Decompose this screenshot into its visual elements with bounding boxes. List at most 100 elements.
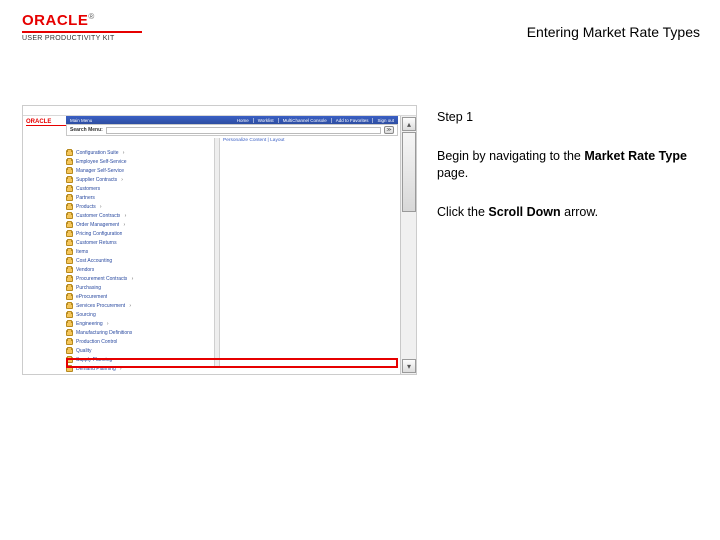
tree-item[interactable]: Quality (66, 346, 211, 355)
tree-item-label: Configuration Suite (76, 150, 119, 156)
instruction-line-2: Click the Scroll Down arrow. (437, 204, 698, 221)
brand-divider (22, 31, 142, 33)
instruction-line-1: Begin by navigating to the Market Rate T… (437, 148, 698, 182)
nav-worklist[interactable]: Worklist (258, 118, 274, 123)
tree-item[interactable]: Supply Planning (66, 355, 211, 364)
step-label: Step 1 (437, 109, 698, 126)
nav-sign-out[interactable]: Sign out (377, 118, 394, 123)
instr1-post: page. (437, 166, 468, 180)
folder-icon (66, 168, 73, 174)
chevron-right-icon: › (106, 321, 110, 327)
document-title: Entering Market Rate Types (527, 24, 700, 40)
scroll-down-button[interactable]: ▾ (402, 359, 416, 373)
tree-item[interactable]: Customer Returns (66, 238, 211, 247)
nav-main-menu[interactable]: Main Menu (70, 118, 92, 123)
tree-item[interactable]: Services Procurement› (66, 301, 211, 310)
chevron-right-icon: › (119, 366, 123, 372)
tree-item[interactable]: Procurement Contracts› (66, 274, 211, 283)
tree-item-label: Partners (76, 195, 95, 201)
tree-item[interactable]: Employee Self-Service (66, 157, 211, 166)
tree-item[interactable]: Engineering› (66, 319, 211, 328)
tree-item-label: Customer Returns (76, 240, 117, 246)
tree-item[interactable]: Demand Planning› (66, 364, 211, 373)
personalize-link[interactable]: Personalize Content | Layout (223, 138, 285, 143)
nav-add-favorites[interactable]: Add to Favorites (336, 118, 369, 123)
app-brand-rule (26, 125, 66, 126)
folder-icon (66, 294, 73, 300)
folder-icon (66, 339, 73, 345)
tree-item[interactable]: Manager Self-Service (66, 166, 211, 175)
tree-item[interactable]: Manufacturing Definitions (66, 328, 211, 337)
folder-icon (66, 303, 73, 309)
tree-item-label: Vendors (76, 267, 94, 273)
tree-item-label: eProcurement (76, 294, 107, 300)
folder-icon (66, 195, 73, 201)
tree-item[interactable]: Items (66, 247, 211, 256)
folder-icon (66, 258, 73, 264)
tree-item[interactable]: Customers (66, 184, 211, 193)
tree-item[interactable]: Partners (66, 193, 211, 202)
folder-icon (66, 213, 73, 219)
tree-item-label: Items (76, 249, 88, 255)
brand-block: ORACLE® USER PRODUCTIVITY KIT (22, 12, 142, 42)
tree-item-label: Employee Self-Service (76, 159, 127, 165)
page-header: ORACLE® USER PRODUCTIVITY KIT Entering M… (0, 0, 720, 60)
window-topbar (23, 106, 416, 116)
tree-item[interactable]: Program Management (66, 373, 211, 375)
brand-subtitle: USER PRODUCTIVITY KIT (22, 35, 142, 42)
nav-multichannel[interactable]: MultiChannel Console (283, 118, 327, 123)
tree-item[interactable]: Customer Contracts› (66, 211, 211, 220)
tree-item-label: Procurement Contracts (76, 276, 127, 282)
folder-icon (66, 177, 73, 183)
folder-icon (66, 366, 73, 372)
tree-item-label: Engineering (76, 321, 103, 327)
chevron-right-icon: › (99, 204, 103, 210)
tree-item-label: Pricing Configuration (76, 231, 122, 237)
folder-icon (66, 150, 73, 156)
instr2-post: arrow. (561, 205, 599, 219)
tree-item-label: Quality (76, 348, 92, 354)
tree-item[interactable]: eProcurement (66, 292, 211, 301)
tree-item[interactable]: Supplier Contracts› (66, 175, 211, 184)
search-go-button[interactable]: ≫ (384, 126, 394, 134)
splitter-bar[interactable] (214, 138, 220, 366)
brand-word: ORACLE (22, 12, 88, 29)
folder-icon (66, 186, 73, 192)
tree-item[interactable]: Cost Accounting (66, 256, 211, 265)
tree-item[interactable]: Purchasing (66, 283, 211, 292)
tree-item-label: Order Management (76, 222, 119, 228)
chevron-right-icon: › (122, 222, 126, 228)
menu-tree: Configuration Suite›Employee Self-Servic… (66, 148, 211, 366)
search-label: Search Menu: (70, 127, 103, 133)
tree-item[interactable]: Order Management› (66, 220, 211, 229)
folder-icon (66, 375, 73, 376)
tree-item[interactable]: Production Control (66, 337, 211, 346)
tree-item[interactable]: Products› (66, 202, 211, 211)
tree-item[interactable]: Vendors (66, 265, 211, 274)
app-brand: ORACLE (26, 119, 66, 126)
tree-item[interactable]: Pricing Configuration (66, 229, 211, 238)
tree-item-label: Cost Accounting (76, 258, 112, 264)
folder-icon (66, 276, 73, 282)
scroll-up-button[interactable]: ▴ (402, 117, 416, 131)
folder-icon (66, 357, 73, 363)
nav-home[interactable]: Home (237, 118, 249, 123)
search-input[interactable] (106, 127, 381, 134)
folder-icon (66, 330, 73, 336)
scroll-thumb[interactable] (402, 132, 416, 212)
instr2-pre: Click the (437, 205, 488, 219)
tree-item-label: Purchasing (76, 285, 101, 291)
vertical-scrollbar: ▴ ▾ (400, 116, 416, 374)
chevron-right-icon: › (123, 213, 127, 219)
application-screenshot: ORACLE Main Menu Home Worklist MultiChan… (22, 105, 417, 375)
tree-item-label: Manager Self-Service (76, 168, 124, 174)
tree-item[interactable]: Sourcing (66, 310, 211, 319)
search-bar: Search Menu: ≫ (66, 124, 398, 136)
tree-item[interactable]: Configuration Suite› (66, 148, 211, 157)
folder-icon (66, 285, 73, 291)
folder-icon (66, 249, 73, 255)
tree-item-label: Services Procurement (76, 303, 125, 309)
instr1-pre: Begin by navigating to the (437, 149, 584, 163)
folder-icon (66, 231, 73, 237)
registered-mark-icon: ® (88, 12, 94, 21)
